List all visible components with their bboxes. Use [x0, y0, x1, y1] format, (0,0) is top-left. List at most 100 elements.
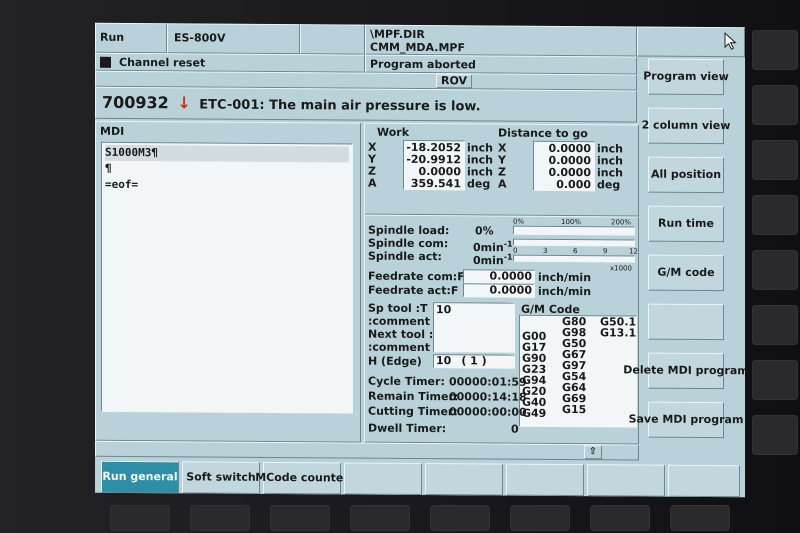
bezel-key[interactable] [752, 305, 798, 345]
tool-edge-label: H (Edge) [368, 354, 422, 369]
alarm-message: ETC-001: The main air pressure is low. [199, 97, 481, 115]
softkey-label: Soft switch [186, 470, 256, 484]
unit-exponent: -1 [503, 239, 513, 249]
mode-field: Run [95, 22, 167, 54]
softkey-blank[interactable] [344, 462, 422, 496]
softkey-2-column-view[interactable]: 2 column view [642, 107, 730, 145]
tool-info-box: 10 [433, 302, 515, 353]
load-scale-min: 0% [513, 217, 525, 226]
spindle-com-label: Spindle com: [368, 236, 449, 251]
position-panel: Work Distance to go X -18.2052 inch X 0.0000… [364, 122, 640, 217]
rpm-scale-6: 6 [573, 247, 578, 256]
feedrate-act-label: Feedrate act:F [368, 283, 459, 298]
spindle-tool-comment-label: :comment [368, 314, 430, 329]
mdi-line[interactable]: =eof= [105, 177, 349, 195]
gm-code: G15 [562, 402, 587, 417]
bezel-key[interactable] [590, 505, 650, 531]
feedrate-com-unit: inch/min [538, 270, 592, 285]
next-tool-comment-label: :comment [368, 340, 430, 355]
softkey-blank[interactable] [425, 463, 503, 496]
channel-state-indicator [100, 56, 111, 68]
bezel-key[interactable] [752, 360, 798, 400]
bezel-key[interactable] [752, 195, 798, 235]
axis-work-value: 359.541 [410, 176, 461, 191]
softkey-run-general[interactable]: Run general [101, 460, 179, 494]
bezel-key[interactable] [752, 30, 798, 70]
axis-dtg-unit: deg [597, 178, 621, 192]
gm-code-box: G00 G17 G90 G23 G94 G20 G40 G49 G80 G98 G50 G67 G97 G… [519, 314, 637, 428]
bezel-key[interactable] [510, 505, 570, 531]
axis-dtg-letter: A [498, 177, 507, 191]
header-blank-field [300, 24, 365, 55]
tool-edge-number: 10 [436, 354, 452, 368]
mdi-editor[interactable]: S1000M3¶ ¶ =eof= [101, 141, 353, 414]
bezel-key[interactable] [430, 505, 490, 531]
program-status-field: Program aborted [365, 54, 637, 75]
softkey-all-position[interactable]: All position [648, 156, 724, 194]
cutting-timer-value: 00000:00:00 [449, 405, 527, 419]
spindle-load-bar [513, 225, 635, 236]
rov-indicator: ROV [436, 74, 472, 89]
work-label: Work [377, 125, 410, 139]
softkey-delete-mdi-program[interactable]: Delete MDI program [623, 352, 745, 390]
softkey-blank[interactable] [506, 463, 584, 497]
softkey-label: Run time [658, 216, 714, 231]
tool-edge-box: 10 ( 1 ) [433, 354, 515, 369]
softkey-label: Run general [102, 469, 178, 484]
softkey-blank[interactable] [668, 464, 740, 498]
axis-dtg-value: 0.000 [556, 177, 591, 192]
softkey-label: Delete MDI program [623, 363, 745, 378]
softkey-label: 2 column view [641, 118, 731, 133]
cycle-timer-label: Cycle Timer: [368, 374, 445, 389]
axis-table: X -18.2052 inch X 0.0000 inch Y -20.9912 inch Y 0.… [365, 141, 640, 193]
axis-letter: A [368, 176, 377, 190]
softkey-gm-code[interactable]: G/M code [648, 254, 724, 292]
bezel-key[interactable] [110, 505, 170, 531]
softkey-save-mdi-program[interactable]: Save MDI program [629, 401, 743, 439]
message-line: ⇧ [95, 440, 639, 461]
bezel-key[interactable] [670, 505, 730, 531]
bezel-key[interactable] [350, 505, 410, 531]
dwell-timer-label: Dwell Timer: [368, 421, 447, 436]
softkey-run-time[interactable]: Run time [648, 205, 724, 243]
bezel-key[interactable] [752, 415, 798, 455]
gm-code: G13.1 [600, 326, 637, 340]
bezel-key[interactable] [752, 250, 798, 290]
bezel-key[interactable] [752, 140, 798, 180]
mdi-panel: MDI S1000M3¶ ¶ =eof= [95, 120, 361, 443]
bezel-key[interactable] [190, 505, 250, 531]
recall-arrow-icon[interactable]: ⇧ [584, 445, 602, 460]
spindle-load-value: 0% [475, 224, 494, 238]
unit-exponent: -1 [503, 252, 513, 262]
alarm-line[interactable]: 700932 ↓ ETC-001: The main air pressure … [95, 86, 637, 123]
softkey-program-view[interactable]: Program view [643, 58, 729, 96]
softkey-blank[interactable] [648, 303, 724, 341]
cnc-screen: Run ES-800V \MPF.DIR CMM_MDA.MPF Channel… [95, 22, 745, 498]
mdi-title: MDI [100, 124, 125, 138]
rpm-scale-0: 0 [513, 246, 518, 255]
channel-status-text: Channel reset [119, 55, 206, 70]
bezel-key[interactable] [752, 85, 798, 125]
mdi-line[interactable]: ¶ [105, 161, 349, 179]
program-status-text: Program aborted [370, 57, 476, 72]
softkey-soft-switch[interactable]: Soft switch [182, 461, 260, 494]
softkey-blank[interactable] [587, 464, 665, 497]
softkey-label: Save MDI program [628, 412, 744, 427]
softkey-mcode-counter[interactable]: MCode counter [255, 461, 349, 495]
remain-timer-value: 00000:14:18 [449, 390, 527, 404]
machine-state-panel: Spindle load: 0% Spindle com: 0min-1 Spi… [364, 214, 639, 445]
mdi-line[interactable]: S1000M3¶ [105, 144, 349, 163]
tool-edge-index: ( 1 ) [461, 354, 487, 368]
mode-label: Run [100, 30, 125, 44]
load-scale-mid: 100% [561, 217, 582, 227]
rpm-scale-3: 3 [543, 246, 548, 255]
mouse-cursor-icon [724, 32, 737, 50]
softkey-label: MCode counter [255, 470, 349, 485]
machine-field: ES-800V [167, 23, 300, 55]
spindle-tool-number: 10 [436, 303, 452, 317]
next-tool-label: Next tool :T [368, 327, 441, 342]
spindle-tool-label: Sp tool :T [368, 301, 428, 316]
feedrate-com-value: 0.0000 [463, 269, 535, 284]
cycle-timer-value: 00000:01:59 [449, 375, 527, 389]
bezel-key[interactable] [270, 505, 330, 531]
